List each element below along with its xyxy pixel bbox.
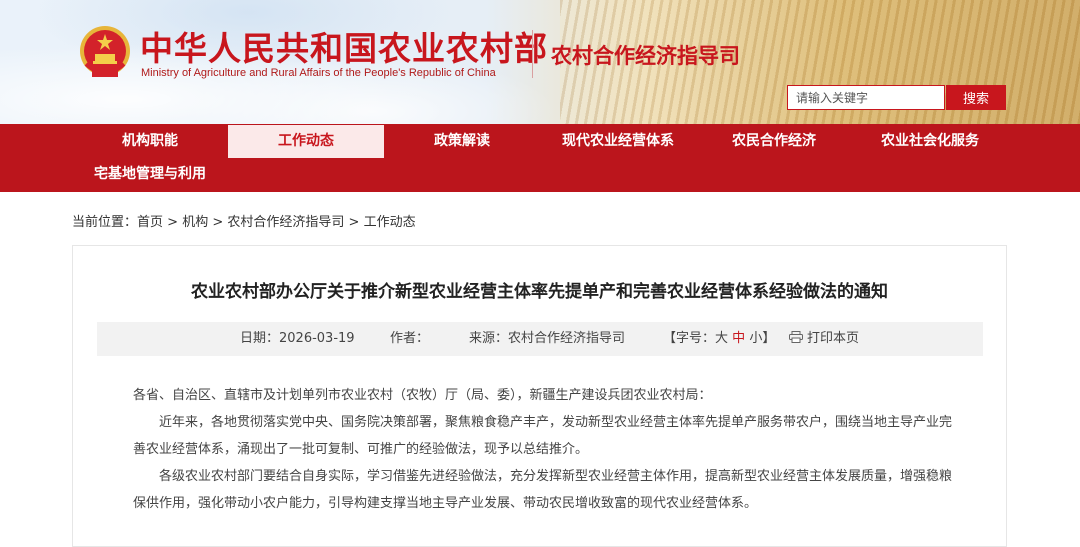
nav-item-shehuihua-fuwu[interactable]: 农业社会化服务 [852, 125, 1008, 158]
article-title: 农业农村部办公厅关于推介新型农业经营主体率先提单产和完善农业经营体系经验做法的通… [191, 282, 888, 302]
header-divider [532, 30, 533, 78]
site-subtitle: Ministry of Agriculture and Rural Affair… [141, 67, 496, 79]
meta-source: 来源：农村合作经济指导司 [469, 322, 625, 356]
font-size-control: 【字号：大 中 小】 [663, 322, 775, 356]
source-label: 来源： [469, 331, 509, 346]
font-large-button[interactable]: 大 [715, 331, 728, 346]
print-button[interactable]: 打印本页 [789, 322, 859, 356]
article-meta-bar: 日期：2026-03-19 作者： 来源：农村合作经济指导司 【字号：大 中 小… [97, 322, 983, 356]
breadcrumb-separator: > [344, 215, 364, 230]
search-input[interactable] [787, 85, 945, 110]
font-small-button[interactable]: 小 [749, 331, 762, 346]
source-value: 农村合作经济指导司 [508, 331, 626, 346]
nav-item-gongzuo-dongtai[interactable]: 工作动态 [228, 125, 384, 158]
breadcrumb-separator: > [208, 215, 228, 230]
breadcrumb-current[interactable]: 工作动态 [364, 215, 416, 230]
fontsize-close: 】 [762, 331, 776, 346]
breadcrumb-prefix: 当前位置： [72, 215, 138, 230]
breadcrumb-home[interactable]: 首页 [137, 215, 163, 230]
breadcrumb-department[interactable]: 农村合作经济指导司 [227, 215, 344, 230]
site-title[interactable]: 中华人民共和国农业农村部 [140, 22, 548, 70]
nav-item-zhaijidi[interactable]: 宅基地管理与利用 [72, 158, 228, 191]
font-medium-button[interactable]: 中 [732, 331, 745, 346]
print-label: 打印本页 [807, 331, 860, 346]
printer-icon [789, 331, 803, 343]
nav-item-jigou[interactable]: 机构职能 [72, 125, 228, 158]
date-label: 日期： [240, 331, 280, 346]
meta-author-label: 作者： [390, 331, 430, 346]
article-paragraph: 近年来，各地贯彻落实党中央、国务院决策部署，聚焦粮食稳产丰产，发动新型农业经营主… [133, 415, 953, 457]
breadcrumb-separator: > [163, 215, 183, 230]
site-header: 中华人民共和国农业农村部 Ministry of Agriculture and… [0, 0, 1080, 124]
breadcrumb: 当前位置：首页 > 机构 > 农村合作经济指导司 > 工作动态 [72, 211, 416, 230]
meta-date: 日期：2026-03-19 [240, 322, 355, 356]
date-value: 2026-03-19 [279, 331, 355, 346]
fontsize-open: 【字号： [663, 331, 716, 346]
national-emblem-icon[interactable] [78, 24, 132, 80]
search-button[interactable]: 搜索 [946, 85, 1006, 110]
breadcrumb-jigou[interactable]: 机构 [182, 215, 208, 230]
main-nav: 机构职能 工作动态 政策解读 现代农业经营体系 农民合作经济 农业社会化服务 宅… [0, 124, 1080, 192]
nav-item-zhengce-jiedu[interactable]: 政策解读 [384, 125, 540, 158]
article-panel: 农业农村部办公厅关于推介新型农业经营主体率先提单产和完善农业经营体系经验做法的通… [72, 245, 1007, 547]
article-paragraph: 各级农业农村部门要结合自身实际，学习借鉴先进经验做法，充分发挥新型农业经营主体作… [133, 469, 953, 511]
nav-item-xiandai-nongye[interactable]: 现代农业经营体系 [540, 125, 696, 158]
article-body: 各省、自治区、直辖市及计划单列市农业农村（农牧）厅（局、委），新疆生产建设兵团农… [133, 382, 953, 517]
section-title: 农村合作经济指导司 [551, 43, 740, 68]
nav-item-nongmin-hezuo[interactable]: 农民合作经济 [696, 125, 852, 158]
salutation: 各省、自治区、直辖市及计划单列市农业农村（农牧）厅（局、委），新疆生产建设兵团农… [133, 388, 712, 403]
